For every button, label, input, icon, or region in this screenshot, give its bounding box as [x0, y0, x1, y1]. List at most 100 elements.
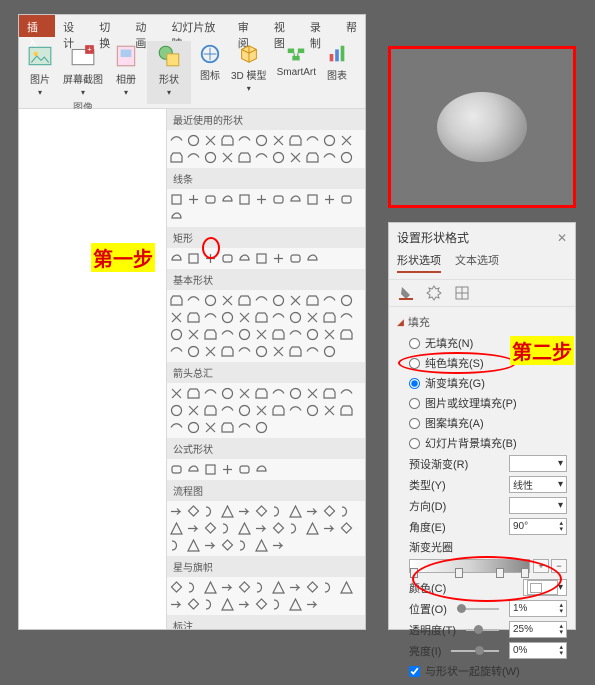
shape-item[interactable] [339, 150, 354, 165]
shape-item[interactable] [186, 344, 201, 359]
shape-item[interactable] [339, 386, 354, 401]
shape-item[interactable] [271, 133, 286, 148]
shape-item[interactable] [237, 597, 252, 612]
shape-item[interactable] [339, 293, 354, 308]
radio-slide-bg-fill[interactable]: 幻灯片背景填充(B) [397, 433, 567, 453]
shape-item[interactable] [254, 597, 269, 612]
shape-item[interactable] [203, 133, 218, 148]
btn-smartart[interactable]: SmartArt [275, 41, 318, 95]
brightness-input[interactable]: 0%▴▾ [509, 642, 567, 659]
brightness-slider[interactable] [451, 650, 499, 652]
shape-item[interactable] [322, 504, 337, 519]
shape-item[interactable] [339, 403, 354, 418]
tab-text-options[interactable]: 文本选项 [455, 252, 499, 273]
gradient-stop[interactable] [410, 568, 418, 578]
shape-item[interactable] [203, 386, 218, 401]
shape-item[interactable] [288, 251, 303, 266]
shape-item[interactable] [169, 462, 184, 477]
radio-picture-fill[interactable]: 图片或纹理填充(P) [397, 393, 567, 413]
shape-item[interactable] [322, 403, 337, 418]
gradient-bar[interactable] [409, 559, 530, 573]
shape-item[interactable] [186, 293, 201, 308]
gradient-stop[interactable] [496, 568, 504, 578]
shape-item[interactable] [339, 580, 354, 595]
shape-item[interactable] [254, 344, 269, 359]
shape-item[interactable] [271, 327, 286, 342]
shape-item[interactable] [237, 504, 252, 519]
shape-item[interactable] [288, 293, 303, 308]
shape-item[interactable] [186, 420, 201, 435]
gradient-stop[interactable] [455, 568, 463, 578]
shape-item[interactable] [169, 310, 184, 325]
shape-item[interactable] [186, 150, 201, 165]
shape-item[interactable] [339, 310, 354, 325]
shape-item[interactable] [305, 580, 320, 595]
tab-review[interactable]: 审阅 [230, 15, 266, 37]
shape-item[interactable] [220, 133, 235, 148]
shape-item[interactable] [271, 504, 286, 519]
shape-item[interactable] [203, 310, 218, 325]
tab-animation[interactable]: 动画 [127, 15, 163, 37]
shape-item[interactable] [288, 344, 303, 359]
shape-item[interactable] [288, 310, 303, 325]
tab-design[interactable]: 设计 [55, 15, 91, 37]
shape-item[interactable] [322, 310, 337, 325]
shape-item[interactable] [322, 150, 337, 165]
shape-item[interactable] [322, 521, 337, 536]
shape-item[interactable] [305, 504, 320, 519]
shape-item[interactable] [254, 251, 269, 266]
shape-item[interactable] [305, 597, 320, 612]
shape-item[interactable] [271, 344, 286, 359]
tab-extra[interactable]: 帮 [338, 15, 365, 37]
shape-item[interactable] [203, 150, 218, 165]
shape-item[interactable] [237, 386, 252, 401]
effects-icon[interactable] [425, 284, 443, 302]
shape-item[interactable] [203, 420, 218, 435]
shape-item[interactable] [322, 580, 337, 595]
shape-item[interactable] [203, 504, 218, 519]
btn-3dmodel[interactable]: 3D 模型▾ [229, 41, 269, 95]
shape-item[interactable] [288, 133, 303, 148]
shape-item[interactable] [186, 133, 201, 148]
shape-item[interactable] [305, 521, 320, 536]
shape-item[interactable] [254, 150, 269, 165]
shape-item[interactable] [169, 521, 184, 536]
shape-item[interactable] [322, 133, 337, 148]
shape-item[interactable] [169, 133, 184, 148]
shape-item[interactable] [271, 386, 286, 401]
shape-item[interactable] [339, 192, 354, 207]
shape-item[interactable] [186, 327, 201, 342]
shape-item[interactable] [271, 521, 286, 536]
shape-item[interactable] [220, 597, 235, 612]
shape-item[interactable] [254, 327, 269, 342]
shape-item[interactable] [169, 150, 184, 165]
shape-item[interactable] [220, 327, 235, 342]
shape-item[interactable] [186, 192, 201, 207]
shape-item[interactable] [288, 150, 303, 165]
shape-item[interactable] [271, 310, 286, 325]
shape-item[interactable] [271, 538, 286, 553]
shape-item[interactable] [237, 420, 252, 435]
btn-picture[interactable]: 图片▾ [25, 41, 55, 99]
preset-select[interactable]: ▾ [509, 455, 567, 472]
shape-item[interactable] [169, 344, 184, 359]
type-select[interactable]: 线性▾ [509, 476, 567, 493]
radio-gradient-fill[interactable]: 渐变填充(G) [397, 373, 567, 393]
btn-icons[interactable]: 图标 [197, 41, 223, 95]
remove-stop-btn[interactable]: − [551, 559, 567, 573]
shape-item[interactable] [237, 538, 252, 553]
shape-item[interactable] [288, 504, 303, 519]
shape-item[interactable] [322, 386, 337, 401]
shape-item[interactable] [305, 403, 320, 418]
shape-item[interactable] [305, 192, 320, 207]
shape-item[interactable] [237, 293, 252, 308]
shape-item[interactable] [288, 192, 303, 207]
shape-item[interactable] [237, 403, 252, 418]
angle-input[interactable]: 90°▴▾ [509, 518, 567, 535]
shape-item[interactable] [203, 462, 218, 477]
shape-item[interactable] [220, 403, 235, 418]
shape-item[interactable] [254, 293, 269, 308]
tab-record[interactable]: 录制 [302, 15, 338, 37]
shape-item[interactable] [271, 597, 286, 612]
shape-item[interactable] [203, 597, 218, 612]
